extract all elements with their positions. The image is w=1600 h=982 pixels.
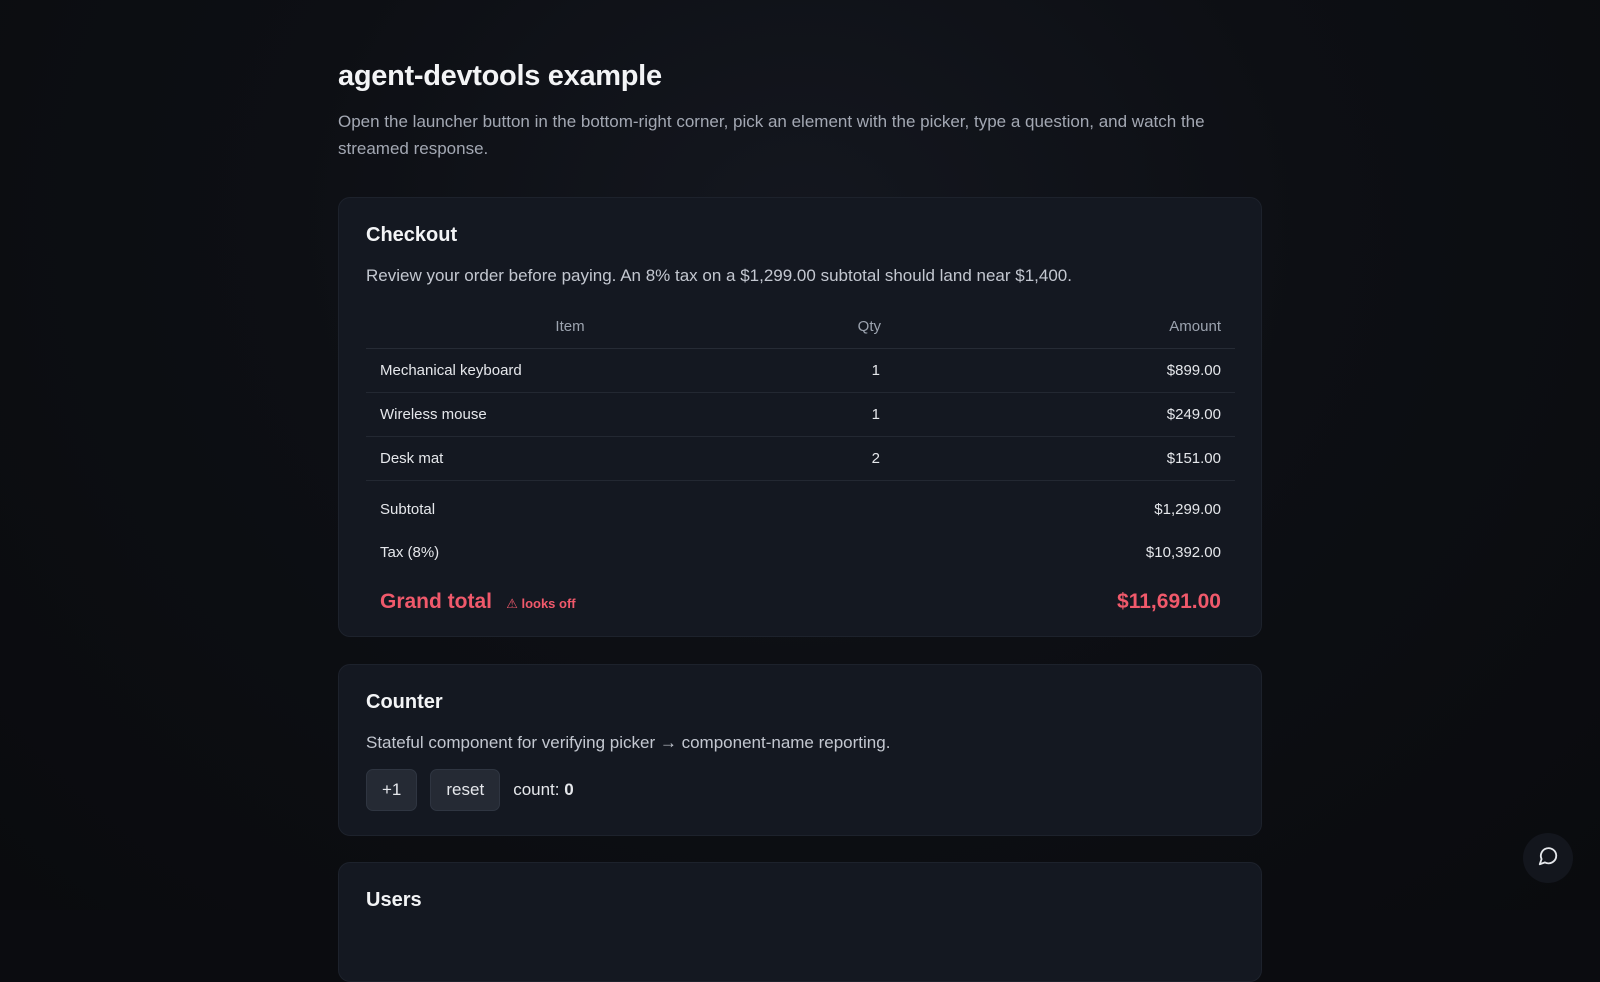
counter-controls: +1 reset count: 0	[366, 769, 1234, 811]
row-amount: $151.00	[881, 436, 1235, 481]
tax-spacer	[774, 531, 881, 574]
count-display: count: 0	[513, 780, 574, 800]
table-header-row: Item Qty Amount	[366, 304, 1235, 349]
reset-button[interactable]: reset	[430, 769, 501, 811]
tax-value: $10,392.00	[1145, 544, 1221, 561]
row-item: Desk mat	[366, 436, 774, 481]
tax-label: Tax (8%)	[380, 544, 440, 561]
counter-card: Counter Stateful component for verifying…	[338, 664, 1262, 836]
row-qty: 2	[774, 436, 881, 481]
grand-total-spacer	[774, 574, 881, 630]
row-qty: 1	[774, 348, 881, 393]
grand-total-cell-value: $11,691.00	[881, 574, 1235, 630]
row-amount: $249.00	[881, 392, 1235, 437]
counter-description: Stateful component for verifying picker …	[366, 733, 891, 752]
tax-row: Tax (8%) $10,392.00	[366, 531, 1235, 574]
row-item: Wireless mouse	[366, 392, 774, 437]
page-intro: Open the launcher button in the bottom-r…	[338, 112, 1205, 158]
grand-total-value: $11,691.00	[1117, 590, 1221, 613]
table-row: Wireless mouse 1 $249.00	[366, 392, 1235, 437]
page-title: agent-devtools example	[338, 60, 662, 92]
page-content: agent-devtools example Open the launcher…	[338, 58, 1262, 982]
row-item: Mechanical keyboard	[366, 348, 774, 393]
looks-off-warning: ⚠ looks off	[506, 596, 576, 611]
row-amount: $899.00	[881, 348, 1235, 393]
launcher-button[interactable]	[1523, 833, 1573, 883]
table-row: Mechanical keyboard 1 $899.00	[366, 348, 1235, 393]
count-value: 0	[564, 780, 574, 799]
users-card: Users	[338, 862, 1262, 982]
counter-title: Counter	[366, 691, 443, 713]
count-label: count:	[513, 780, 560, 799]
checkout-card: Checkout Review your order before paying…	[338, 197, 1262, 637]
subtotal-spacer	[774, 481, 881, 532]
users-title: Users	[366, 889, 422, 911]
row-qty: 1	[774, 392, 881, 437]
grand-total-row: Grand total ⚠ looks off $11,691.00	[366, 574, 1235, 630]
grand-total-label: Grand total	[380, 590, 493, 613]
subtotal-value: $1,299.00	[1154, 501, 1221, 518]
grand-total-cell: Grand total ⚠ looks off	[366, 574, 774, 630]
subtotal-label: Subtotal	[380, 501, 436, 518]
table-row: Desk mat 2 $151.00	[366, 436, 1235, 481]
column-header-qty: Qty	[774, 304, 881, 349]
column-header-item: Item	[366, 304, 774, 349]
checkout-title: Checkout	[366, 224, 458, 246]
chat-bubble-icon	[1537, 845, 1559, 872]
subtotal-row: Subtotal $1,299.00	[366, 481, 1235, 532]
checkout-description: Review your order before paying. An 8% t…	[366, 266, 1072, 285]
increment-button[interactable]: +1	[366, 769, 418, 811]
column-header-amount: Amount	[881, 304, 1235, 349]
checkout-table: Item Qty Amount Mechanical keyboard 1 $8…	[366, 304, 1235, 630]
